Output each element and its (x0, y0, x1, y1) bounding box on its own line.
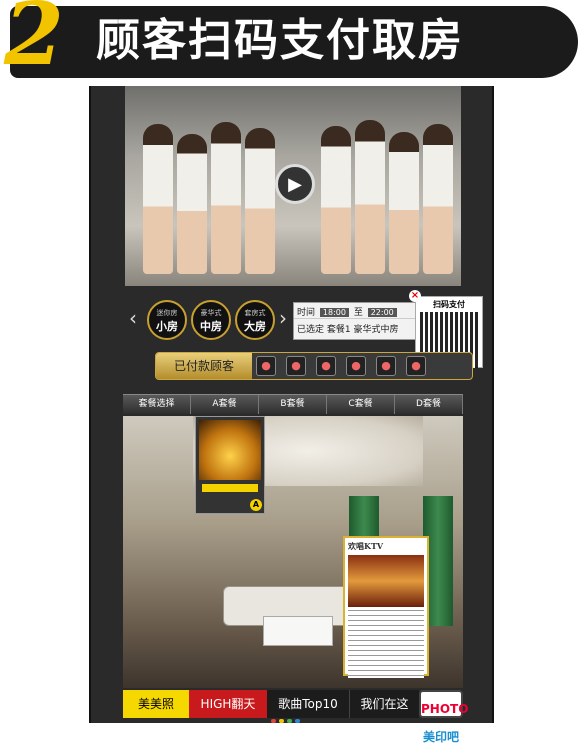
step-number: 2 (4, 0, 64, 85)
tab-package-b[interactable]: B套餐 (259, 395, 327, 414)
nav-location[interactable]: 我们在这 (349, 690, 419, 718)
performer-figure (423, 124, 453, 274)
avatar[interactable]: ● (406, 356, 426, 376)
close-icon[interactable]: × (409, 290, 421, 302)
time-selector: 时间 18:00 至 22:00 已选定 套餐1 豪华式中房 (293, 302, 423, 340)
room-option-large[interactable]: 套房式 大房 (235, 300, 275, 340)
avatar[interactable]: ● (286, 356, 306, 376)
qr-title: 扫码支付 (433, 300, 465, 309)
room-option-small[interactable]: 迷你房 小房 (147, 300, 187, 340)
room-option-medium[interactable]: 豪华式 中房 (191, 300, 231, 340)
time-to-label: 至 (353, 308, 363, 318)
package-tabs: 套餐选择 A套餐 B套餐 C套餐 D套餐 (123, 394, 463, 414)
chevron-left-icon[interactable]: ‹ (129, 308, 137, 328)
performer-figure (177, 134, 207, 274)
package-drink-card[interactable]: A (195, 416, 265, 514)
ktv-card-image (348, 555, 424, 607)
tab-package-c[interactable]: C套餐 (327, 395, 395, 414)
nav-photo[interactable]: 美美照 (123, 690, 189, 718)
page-dot[interactable] (295, 719, 300, 723)
nav-top10[interactable]: 歌曲Top10 (267, 690, 349, 718)
performer-figure (211, 122, 241, 274)
selected-room: 豪华式中房 (353, 325, 399, 335)
performer-figure (389, 132, 419, 274)
ktv-card-text (348, 610, 424, 678)
bottom-nav: 美美照 HIGH翻天 歌曲Top10 我们在这 PHOTO 美印吧 (123, 690, 468, 744)
page-dot[interactable] (287, 719, 292, 723)
beer-image (199, 420, 261, 480)
selected-package: 套餐1 (326, 325, 351, 335)
performer-figure (143, 124, 173, 274)
room-main-label: 中房 (200, 320, 222, 333)
avatar[interactable]: ● (256, 356, 276, 376)
time-label: 时间 (297, 308, 316, 318)
page-title: 顾客扫码支付取房 (96, 15, 464, 66)
nav-photo-logo[interactable]: PHOTO 美印吧 (419, 690, 468, 744)
tab-package-d[interactable]: D套餐 (395, 395, 463, 414)
chevron-right-icon[interactable]: › (279, 308, 287, 328)
selected-label: 已选定 (297, 325, 325, 335)
page-dots (271, 719, 300, 723)
room-main-label: 小房 (156, 320, 178, 333)
paid-customers-bar: 已付款顾客 ● ● ● ● ● ● (155, 352, 473, 380)
room-selector: ‹ 迷你房 小房 豪华式 中房 套房式 大房 › 时间 18:00 至 22:0… (91, 290, 496, 368)
header-banner: 2 顾客扫码支付取房 (0, 0, 583, 83)
page-dot[interactable] (271, 719, 276, 723)
start-time-select[interactable]: 18:00 (319, 308, 349, 317)
play-icon[interactable]: ▶ (275, 164, 315, 204)
coffee-table (263, 616, 333, 646)
video-player[interactable]: ▶ (125, 86, 461, 286)
page-dot[interactable] (279, 719, 284, 723)
phone-screen: ▶ ‹ 迷你房 小房 豪华式 中房 套房式 大房 › 时间 18:00 至 22… (89, 86, 496, 744)
room-photo: A 欢唱KTV (123, 416, 463, 688)
tab-package-a[interactable]: A套餐 (191, 395, 259, 414)
avatar[interactable]: ● (316, 356, 336, 376)
performer-figure (321, 126, 351, 274)
logo-bottom: 美印吧 (422, 730, 459, 744)
room-sub-label: 豪华式 (200, 309, 222, 317)
package-badge: A (250, 499, 262, 511)
package-price-bar (202, 484, 258, 492)
paid-customers-label: 已付款顾客 (156, 353, 252, 379)
ktv-info-card[interactable]: 欢唱KTV (343, 536, 429, 678)
logo-top: PHOTO (421, 702, 469, 716)
ktv-card-title: 欢唱KTV (348, 541, 384, 551)
end-time-select[interactable]: 22:00 (367, 308, 397, 317)
avatar[interactable]: ● (376, 356, 396, 376)
room-main-label: 大房 (244, 320, 266, 333)
performer-figure (355, 120, 385, 274)
room-sub-label: 套房式 (244, 309, 266, 317)
tab-package-select[interactable]: 套餐选择 (123, 395, 191, 414)
nav-high[interactable]: HIGH翻天 (189, 690, 267, 718)
room-sub-label: 迷你房 (156, 309, 178, 317)
performer-figure (245, 128, 275, 274)
avatar[interactable]: ● (346, 356, 366, 376)
